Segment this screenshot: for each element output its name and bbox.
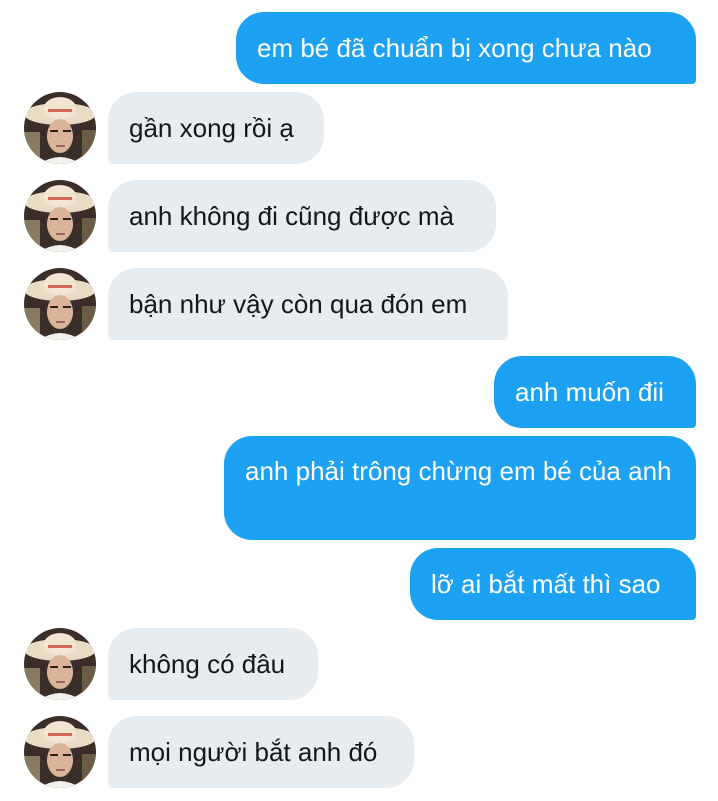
- message-bubble-incoming[interactable]: mọi người bắt anh đó: [108, 716, 414, 788]
- avatar-icon[interactable]: [24, 92, 96, 164]
- message-text: bận như vậy còn qua đón em: [129, 289, 468, 319]
- message-text: lỡ ai bắt mất thì sao: [431, 569, 661, 599]
- message-bubble-outgoing[interactable]: anh phải trông chừng em bé của anh: [224, 436, 696, 540]
- message-bubble-outgoing[interactable]: anh muốn đii: [494, 356, 696, 428]
- avatar-icon[interactable]: [24, 180, 96, 252]
- message-bubble-incoming[interactable]: bận như vậy còn qua đón em: [108, 268, 508, 340]
- message-bubble-outgoing[interactable]: lỡ ai bắt mất thì sao: [410, 548, 696, 620]
- message-text: anh không đi cũng được mà: [129, 201, 454, 231]
- message-bubble-incoming[interactable]: không có đâu: [108, 628, 318, 700]
- message-text: không có đâu: [129, 649, 286, 679]
- message-text: mọi người bắt anh đó: [129, 737, 378, 767]
- message-text: gần xong rồi ạ: [129, 113, 294, 143]
- message-text: em bé đã chuẩn bị xong chưa nào: [257, 33, 652, 63]
- message-text: anh phải trông chừng em bé của anh: [245, 456, 672, 486]
- avatar-icon[interactable]: [24, 268, 96, 340]
- avatar-icon[interactable]: [24, 716, 96, 788]
- message-bubble-outgoing[interactable]: em bé đã chuẩn bị xong chưa nào: [236, 12, 696, 84]
- message-bubble-incoming[interactable]: anh không đi cũng được mà: [108, 180, 496, 252]
- message-bubble-incoming[interactable]: gần xong rồi ạ: [108, 92, 324, 164]
- avatar-icon[interactable]: [24, 628, 96, 700]
- message-text: anh muốn đii: [515, 377, 664, 407]
